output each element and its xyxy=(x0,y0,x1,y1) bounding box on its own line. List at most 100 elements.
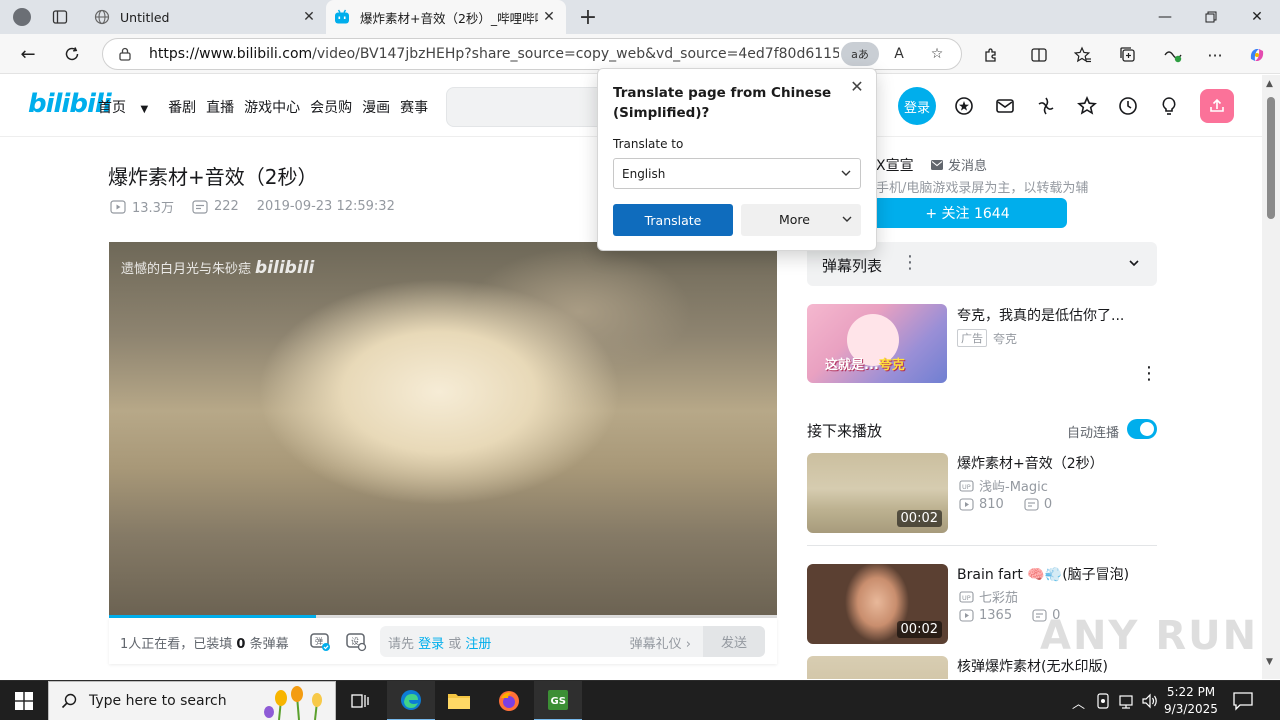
translate-button[interactable]: Translate xyxy=(613,204,733,236)
more-menu-icon[interactable]: ··· xyxy=(1202,42,1228,68)
autoplay-toggle[interactable] xyxy=(1127,419,1157,439)
copilot-icon[interactable] xyxy=(1244,42,1270,68)
ad-title[interactable]: 夸克，我真的是低估你了... xyxy=(957,305,1147,325)
network-icon[interactable] xyxy=(1118,693,1136,713)
split-screen-icon[interactable] xyxy=(1026,42,1052,68)
start-button[interactable] xyxy=(0,681,48,720)
notification-center-icon[interactable] xyxy=(1232,691,1254,711)
extensions-icon[interactable] xyxy=(978,42,1004,68)
recommendation-thumbnail[interactable]: 00:02 xyxy=(807,453,948,533)
url-text[interactable]: https://www.bilibili.com/video/BV147jbzH… xyxy=(149,46,839,62)
volume-icon[interactable] xyxy=(1141,693,1159,713)
minimize-icon[interactable]: — xyxy=(1142,0,1188,34)
uploader-name[interactable]: X宣宣 xyxy=(876,155,914,175)
send-message-link[interactable]: 发消息 xyxy=(930,155,987,174)
tab-actions-icon[interactable] xyxy=(48,5,72,29)
divider xyxy=(807,545,1157,546)
follow-button[interactable]: + 关注 1644 xyxy=(868,198,1067,228)
read-aloud-icon[interactable]: A xyxy=(889,44,909,64)
watermark-text: 遗憾的白月光与朱砂痣 xyxy=(121,262,252,277)
recommendation-title[interactable]: 核弹爆炸素材(无水印版) xyxy=(957,656,1108,676)
danmaku-register-link[interactable]: 注册 xyxy=(465,637,491,652)
taskbar-clock[interactable]: 5:22 PM 9/3/2025 xyxy=(1160,684,1222,718)
favorites-star-icon[interactable] xyxy=(1076,95,1098,117)
nav-esports[interactable]: 赛事 xyxy=(400,97,428,117)
target-language-select[interactable]: English xyxy=(613,158,861,189)
more-vertical-icon[interactable]: ⋮ xyxy=(901,252,919,273)
edge-taskbar-icon[interactable] xyxy=(387,681,435,720)
close-window-icon[interactable]: ✕ xyxy=(1234,0,1280,34)
back-icon[interactable]: ← xyxy=(14,40,42,68)
danmaku-etiquette-link[interactable]: 弹幕礼仪 › xyxy=(630,633,691,652)
recommendation-title[interactable]: Brain fart 🧠💨(脑子冒泡) xyxy=(957,564,1129,584)
nav-shop[interactable]: 会员购 xyxy=(310,97,352,117)
video-duration: 00:02 xyxy=(896,510,942,527)
close-tab-icon[interactable]: ✕ xyxy=(538,6,560,28)
ad-thumbnail[interactable]: 这就是...夸克 xyxy=(807,304,947,383)
video-player[interactable]: 遗憾的白月光与朱砂痣 bilibili xyxy=(109,242,777,618)
scroll-down-icon[interactable]: ▼ xyxy=(1266,657,1273,667)
history-icon[interactable] xyxy=(1117,95,1139,117)
danmaku-login-link[interactable]: 登录 xyxy=(418,637,444,652)
nav-home[interactable]: 首页 ▼ xyxy=(98,97,158,117)
nav-manga[interactable]: 漫画 xyxy=(362,97,390,117)
recommendation-item[interactable]: 核弹爆炸素材(无水印版) xyxy=(807,656,1157,679)
device-icon[interactable] xyxy=(1096,693,1110,713)
nav-anime[interactable]: 番剧 xyxy=(168,97,196,117)
danmaku-send-button[interactable]: 发送 xyxy=(703,626,765,657)
file-explorer-icon[interactable] xyxy=(435,681,483,720)
search-input[interactable] xyxy=(446,87,606,127)
tab-untitled[interactable]: Untitled ✕ xyxy=(84,0,326,34)
recommendation-item[interactable]: 00:02 爆炸素材+音效（2秒） UP 浅屿-Magic 810 0 xyxy=(807,453,1157,533)
close-icon[interactable]: ✕ xyxy=(846,75,868,97)
tab-bilibili[interactable]: 爆炸素材+音效（2秒）_哔哩哔哩 ✕ xyxy=(326,0,566,34)
nav-game-center[interactable]: 游戏中心 xyxy=(244,97,300,117)
scrollbar-thumb[interactable] xyxy=(1267,97,1275,219)
prompt-prefix: 请先 xyxy=(388,637,419,652)
more-label: More xyxy=(779,212,810,227)
clock-date: 9/3/2025 xyxy=(1164,702,1218,716)
show-hidden-icons[interactable]: ︿ xyxy=(1072,693,1085,712)
dynamics-icon[interactable] xyxy=(1035,95,1057,117)
more-options-button[interactable]: More xyxy=(741,204,861,236)
greenshot-icon[interactable]: GS xyxy=(534,681,582,720)
page-scrollbar[interactable]: ▲ ▼ xyxy=(1262,75,1280,679)
danmaku-list-title: 弹幕列表 xyxy=(822,257,883,275)
collections-icon[interactable] xyxy=(1115,42,1141,68)
recommendation-author[interactable]: UP 七彩茄 xyxy=(959,587,1018,606)
messages-icon[interactable] xyxy=(994,95,1016,117)
danmaku-toggle-icon[interactable]: 弹 xyxy=(309,630,331,652)
taskbar-search-box[interactable]: Type here to search xyxy=(48,681,336,720)
favorite-star-icon[interactable]: ☆ xyxy=(927,44,947,64)
nav-live[interactable]: 直播 xyxy=(206,97,234,117)
up-next-title: 接下来播放 xyxy=(807,422,883,440)
favorites-icon[interactable] xyxy=(1070,42,1096,68)
tab-label: Untitled xyxy=(120,9,170,25)
danmaku-input-prompt: 请先 登录 或 注册 xyxy=(388,633,491,652)
address-bar[interactable]: https://www.bilibili.com/video/BV147jbzH… xyxy=(102,38,962,70)
recommendation-title[interactable]: 爆炸素材+音效（2秒） xyxy=(957,453,1104,473)
task-view-icon[interactable] xyxy=(336,681,384,720)
windows-logo-icon xyxy=(15,692,33,710)
recommendation-author[interactable]: UP 浅屿-Magic xyxy=(959,476,1048,495)
upload-button[interactable] xyxy=(1200,89,1234,123)
chevron-down-icon[interactable] xyxy=(1127,255,1141,274)
creator-center-icon[interactable] xyxy=(1158,95,1180,117)
recommendation-thumbnail[interactable]: 00:02 xyxy=(807,564,948,644)
danmaku-settings-icon[interactable]: 设 xyxy=(345,630,367,652)
scroll-up-icon[interactable]: ▲ xyxy=(1266,79,1273,89)
restore-icon[interactable] xyxy=(1188,0,1234,34)
globe-icon xyxy=(94,9,110,25)
login-button[interactable]: 登录 xyxy=(898,87,936,125)
ad-more-icon[interactable]: ⋮ xyxy=(1140,363,1158,384)
browser-essentials-icon[interactable] xyxy=(1160,42,1186,68)
recommendation-thumbnail[interactable] xyxy=(807,656,948,679)
refresh-icon[interactable] xyxy=(58,40,86,68)
close-tab-icon[interactable]: ✕ xyxy=(298,6,320,28)
site-info-icon[interactable] xyxy=(117,46,133,62)
translate-chip-icon[interactable]: aあ xyxy=(841,42,879,66)
firefox-icon[interactable] xyxy=(485,681,533,720)
danmaku-icon xyxy=(192,199,208,214)
new-tab-icon[interactable]: + xyxy=(576,5,600,30)
vip-icon[interactable] xyxy=(953,95,975,117)
